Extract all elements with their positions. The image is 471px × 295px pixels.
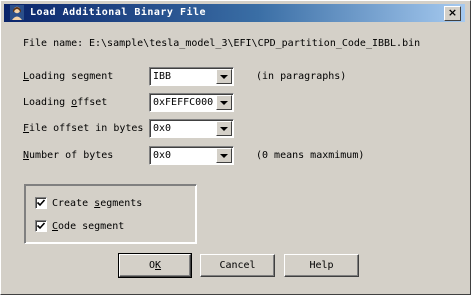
chevron-down-icon[interactable]: [216, 148, 232, 163]
file-offset-combo[interactable]: 0x0: [149, 119, 234, 138]
number-of-bytes-hint: (0 means maxmimum): [256, 150, 365, 161]
number-of-bytes-combo[interactable]: 0x0: [149, 146, 234, 165]
number-of-bytes-value: 0x0: [153, 150, 172, 161]
load-binary-dialog: Load Additional Binary File × File name:…: [0, 0, 471, 295]
create-segments-checkbox[interactable]: [35, 197, 47, 209]
file-name-value: E:\sample\tesla_model_3\EFI\CPD_partitio…: [89, 38, 421, 49]
file-offset-value: 0x0: [153, 123, 172, 134]
loading-segment-value: IBB: [153, 71, 172, 82]
code-segment-checkbox[interactable]: [35, 220, 47, 232]
loading-offset-combo[interactable]: 0xFEFFC000: [149, 93, 234, 112]
number-of-bytes-label: Number of bytes: [23, 150, 114, 161]
create-segments-label[interactable]: Create segments: [52, 198, 142, 210]
loading-segment-combo[interactable]: IBB: [149, 67, 234, 86]
ok-button[interactable]: OK: [118, 253, 192, 278]
file-name-label: File name:: [23, 38, 84, 49]
chevron-down-icon[interactable]: [216, 121, 232, 136]
title-bar[interactable]: Load Additional Binary File ×: [4, 4, 465, 22]
close-button[interactable]: ×: [444, 6, 461, 21]
loading-offset-label: Loading offset: [23, 97, 108, 108]
options-group: [24, 184, 197, 244]
file-offset-label: File offset in bytes: [23, 123, 144, 134]
window-title: Load Additional Binary File: [30, 7, 207, 18]
code-segment-label[interactable]: Code segment: [52, 221, 124, 233]
chevron-down-icon[interactable]: [216, 95, 232, 110]
chevron-down-icon[interactable]: [216, 69, 232, 84]
app-icon: [10, 5, 24, 20]
cancel-button[interactable]: Cancel: [200, 254, 275, 277]
loading-segment-hint: (in paragraphs): [256, 71, 347, 82]
help-button[interactable]: Help: [284, 254, 359, 277]
checkmark-icon: [36, 222, 46, 230]
loading-offset-value: 0xFEFFC000: [153, 97, 214, 108]
loading-segment-label: Loading segment: [23, 71, 114, 82]
checkmark-icon: [36, 199, 46, 207]
